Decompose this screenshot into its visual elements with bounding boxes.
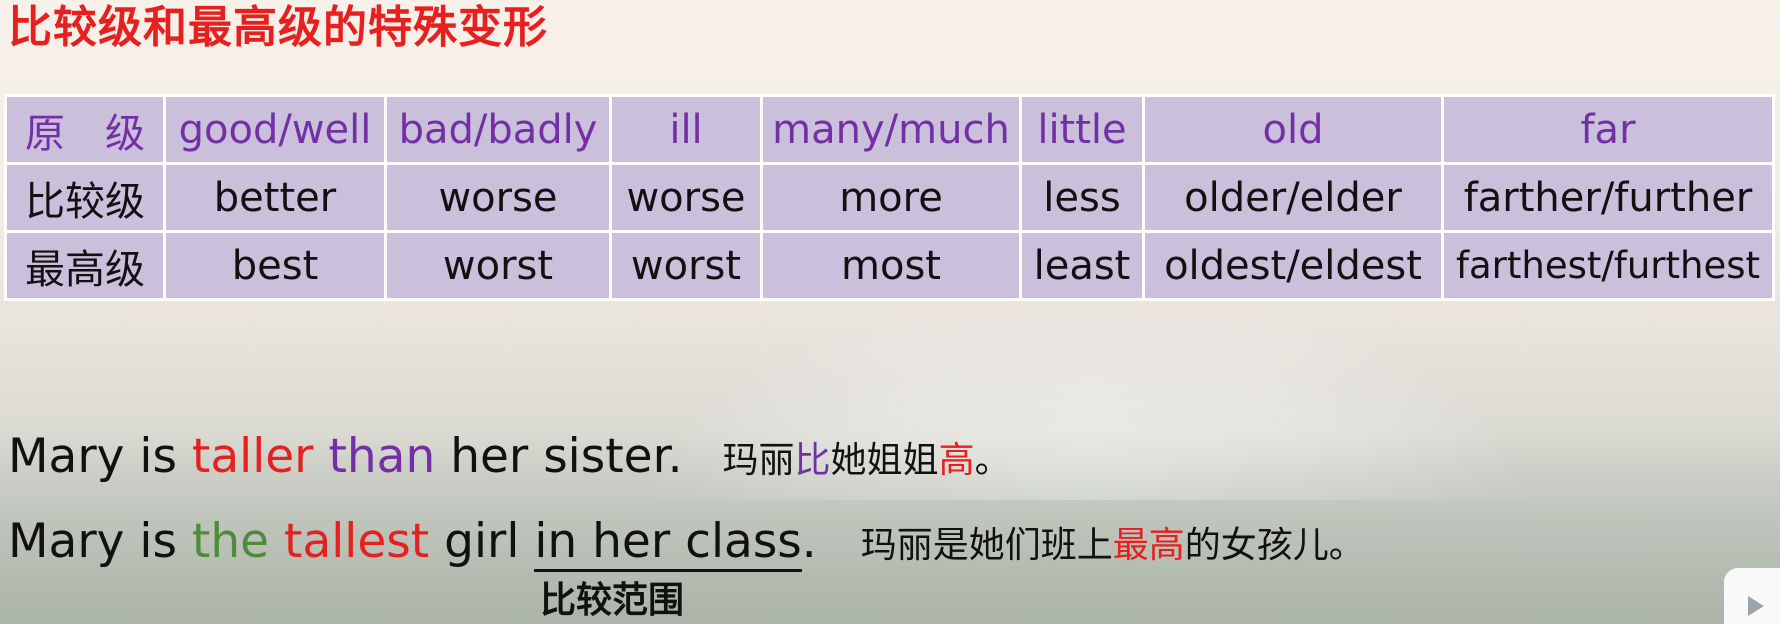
table-cell: least: [1022, 233, 1142, 298]
comparison-scope-label: 比较范围: [540, 580, 685, 621]
translation-text: 玛丽是她们班上: [860, 525, 1113, 566]
example-sentence-superlative: Mary is the tallest girl in her class. 玛丽…: [8, 512, 1365, 576]
table-cell: old: [1145, 97, 1441, 162]
table-cell: farthest/furthest: [1444, 233, 1772, 298]
table-cell: worst: [387, 233, 609, 298]
sentence-text: [269, 514, 284, 569]
superlative-word: tallest: [284, 514, 430, 569]
translation-text: 。: [974, 440, 1011, 481]
table-cell: many/much: [763, 97, 1019, 162]
table-cell: 最高级: [7, 233, 163, 298]
translation-text: 她姐姐: [830, 440, 939, 481]
table-cell: little: [1022, 97, 1142, 162]
table-row-positive: 原 级 good/well bad/badly ill many/much li…: [7, 97, 1772, 162]
sentence-text: [314, 429, 329, 484]
table-cell: most: [763, 233, 1019, 298]
comparative-word: taller: [191, 429, 314, 484]
table-cell: 比较级: [7, 165, 163, 230]
translation-text: 的女孩儿。: [1184, 525, 1365, 566]
table-cell: worse: [387, 165, 609, 230]
sentence-text: Mary is: [8, 514, 192, 569]
table-cell: 原 级: [7, 97, 163, 162]
table-row-comparative: 比较级 better worse worse more less older/e…: [7, 165, 1772, 230]
table-cell: more: [763, 165, 1019, 230]
table-row-superlative: 最高级 best worst worst most least oldest/e…: [7, 233, 1772, 298]
table-cell: bad/badly: [387, 97, 609, 162]
table-cell: best: [166, 233, 384, 298]
table-cell: better: [166, 165, 384, 230]
sentence-text: her sister.: [435, 429, 683, 484]
example-sentence-comparative: Mary is taller than her sister. 玛丽比她姐姐高。: [8, 427, 1011, 491]
play-icon: [1748, 596, 1764, 616]
table-cell: ill: [612, 97, 760, 162]
table-cell: less: [1022, 165, 1142, 230]
chinese-translation: 玛丽是她们班上最高的女孩儿。: [861, 525, 1365, 566]
table-cell: far: [1444, 97, 1772, 162]
translation-text: 玛丽: [722, 440, 795, 481]
article-the: the: [191, 514, 270, 569]
slide-title: 比较级和最高级的特殊变形: [8, 2, 548, 53]
table-cell: oldest/eldest: [1145, 233, 1441, 298]
sentence-text: .: [801, 514, 817, 569]
video-corner-button[interactable]: [1724, 568, 1780, 624]
sentence-text: girl: [429, 514, 535, 569]
comparison-scope-phrase: in her class: [534, 514, 802, 572]
sentence-text: Mary is: [8, 429, 192, 484]
comparison-table: 原 级 good/well bad/badly ill many/much li…: [4, 94, 1775, 301]
table-cell: farther/further: [1444, 165, 1772, 230]
table-cell: older/elder: [1145, 165, 1441, 230]
translation-highlight-zuigao: 最高: [1112, 525, 1185, 566]
translation-highlight-bi: 比: [794, 440, 831, 481]
table-cell: worst: [612, 233, 760, 298]
than-word: than: [328, 429, 436, 484]
translation-highlight-gao: 高: [938, 440, 975, 481]
chinese-translation: 玛丽比她姐姐高。: [723, 440, 1011, 481]
table-cell: worse: [612, 165, 760, 230]
table-cell: good/well: [166, 97, 384, 162]
